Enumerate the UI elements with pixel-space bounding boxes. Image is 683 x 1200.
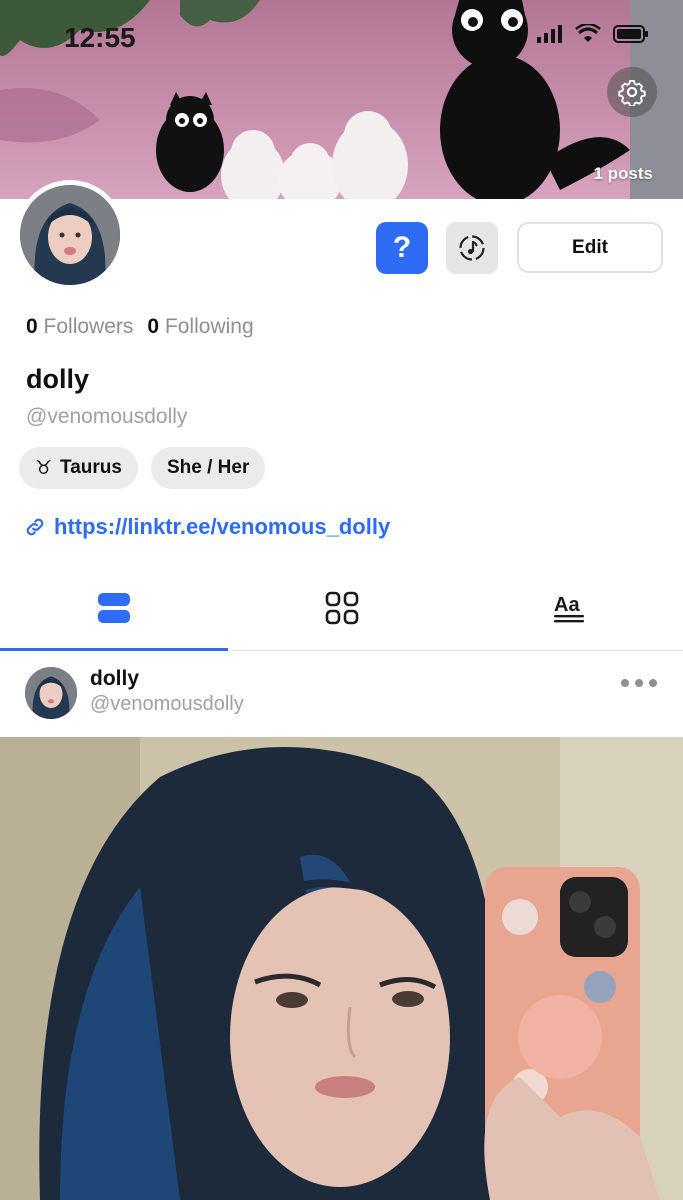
following-label: Following [164,315,254,338]
tab-text-posts[interactable]: Aa [455,565,683,650]
followers-count: 0 [26,315,38,338]
post-image[interactable] [0,737,683,1200]
zodiac-chip[interactable]: ♉ Taurus [19,447,138,489]
more-dot-icon [649,679,657,687]
taurus-icon: ♉ [35,457,53,479]
profile-tabs: Aa [0,565,683,651]
following-stat[interactable]: 0 Following [147,315,253,339]
list-view-icon [97,592,130,623]
profile-avatar[interactable] [15,180,125,290]
more-dot-icon [621,679,629,687]
signal-icon [537,25,562,43]
tab-grid-view[interactable] [228,565,456,650]
profile-chips: ♉ Taurus She / Her [19,447,266,489]
followers-stat[interactable]: 0 Followers [26,315,133,339]
pronouns-chip[interactable]: She / Her [150,447,266,489]
link-icon [26,518,44,536]
zodiac-label: Taurus [60,457,122,478]
edit-profile-button[interactable]: Edit [517,222,663,273]
avatar-image [20,185,120,285]
music-button[interactable] [446,222,498,274]
post-more-button[interactable] [621,679,657,687]
svg-text:Aa: Aa [554,594,580,616]
more-dot-icon [635,679,643,687]
profile-banner: 12:55 1 posts [0,0,683,199]
follow-stats: 0 Followers 0 Following [26,315,254,339]
status-time: 12:55 [64,22,136,53]
grid-view-icon [325,591,358,624]
display-name: dolly [26,364,90,394]
text-posts-icon: Aa [554,594,585,622]
username-handle: @venomousdolly [26,405,188,428]
battery-icon [613,25,648,43]
post-author-name[interactable]: dolly [90,667,139,691]
posts-count: 1 posts [593,164,653,183]
settings-button[interactable] [607,67,657,117]
help-button[interactable]: ? [376,222,428,274]
profile-link[interactable]: https://linktr.ee/venomous_dolly [24,514,390,540]
post-author-avatar[interactable] [25,667,77,719]
post-author-handle: @venomousdolly [90,693,244,715]
link-text[interactable]: https://linktr.ee/venomous_dolly [54,514,390,540]
status-icons [537,24,649,44]
pronouns-label: She / Her [166,457,250,478]
wifi-icon [575,24,601,42]
post-header: dolly @venomousdolly [0,651,683,737]
followers-label: Followers [43,315,134,338]
tab-list-view[interactable] [0,565,228,651]
following-count: 0 [147,315,160,338]
gear-icon [618,79,646,106]
music-disc-icon [459,235,485,261]
